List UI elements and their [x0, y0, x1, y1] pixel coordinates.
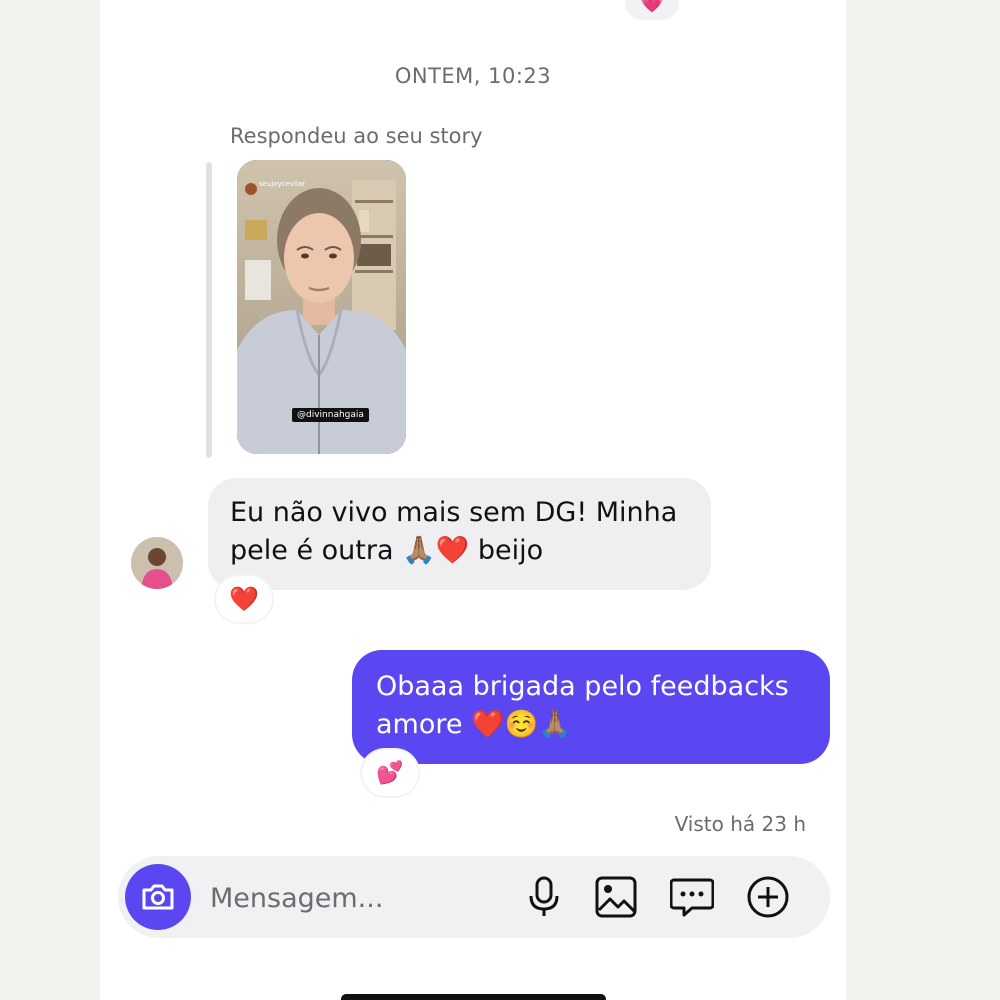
incoming-message-bubble[interactable]: Eu não vivo mais sem DG! Minha pele é ou…	[208, 478, 711, 590]
chat-screen: 💗 ONTEM, 10:23 Respondeu ao seu story se…	[100, 0, 846, 1000]
message-input[interactable]	[208, 876, 492, 920]
incoming-message-reaction[interactable]: ❤️	[216, 576, 272, 622]
add-button[interactable]	[746, 875, 790, 919]
plus-circle-icon	[747, 876, 789, 918]
microphone-icon	[529, 876, 559, 916]
seen-status: Visto há 23 h	[674, 812, 806, 836]
incoming-message-text: Eu não vivo mais sem DG! Minha pele é ou…	[230, 497, 678, 566]
story-reply-label: Respondeu ao seu story	[230, 124, 483, 148]
sticker-chat-icon	[670, 878, 714, 917]
story-mention-tag: @divinnahgaia	[292, 408, 369, 422]
message-composer	[118, 856, 830, 938]
camera-button[interactable]	[125, 864, 191, 930]
outgoing-message-text: Obaaa brigada pelo feedbacks amore ❤️☺️🙏…	[376, 671, 789, 740]
heart-reaction-icon: ❤️	[229, 585, 259, 613]
heart-emoji-icon: 💗	[639, 0, 665, 14]
avatar[interactable]	[131, 537, 183, 589]
sticker-button[interactable]	[670, 875, 714, 919]
story-username: seujoycevilar	[259, 180, 306, 188]
story-thumbnail[interactable]: seujoycevilar @divinnahgaia	[237, 160, 406, 454]
microphone-button[interactable]	[522, 875, 566, 919]
two-hearts-reaction-icon: 💕	[376, 760, 404, 786]
outgoing-message-reaction[interactable]: 💕	[362, 750, 418, 796]
image-icon	[595, 876, 637, 918]
avatar-image	[131, 537, 183, 589]
outgoing-message-bubble[interactable]: Obaaa brigada pelo feedbacks amore ❤️☺️🙏…	[352, 650, 830, 764]
story-reply-quote-bar	[206, 162, 212, 458]
home-indicator[interactable]	[341, 994, 606, 1000]
previous-message-reaction[interactable]: 💗	[625, 0, 679, 20]
camera-icon	[142, 884, 174, 910]
message-timestamp: ONTEM, 10:23	[394, 64, 552, 88]
gallery-button[interactable]	[594, 875, 638, 919]
